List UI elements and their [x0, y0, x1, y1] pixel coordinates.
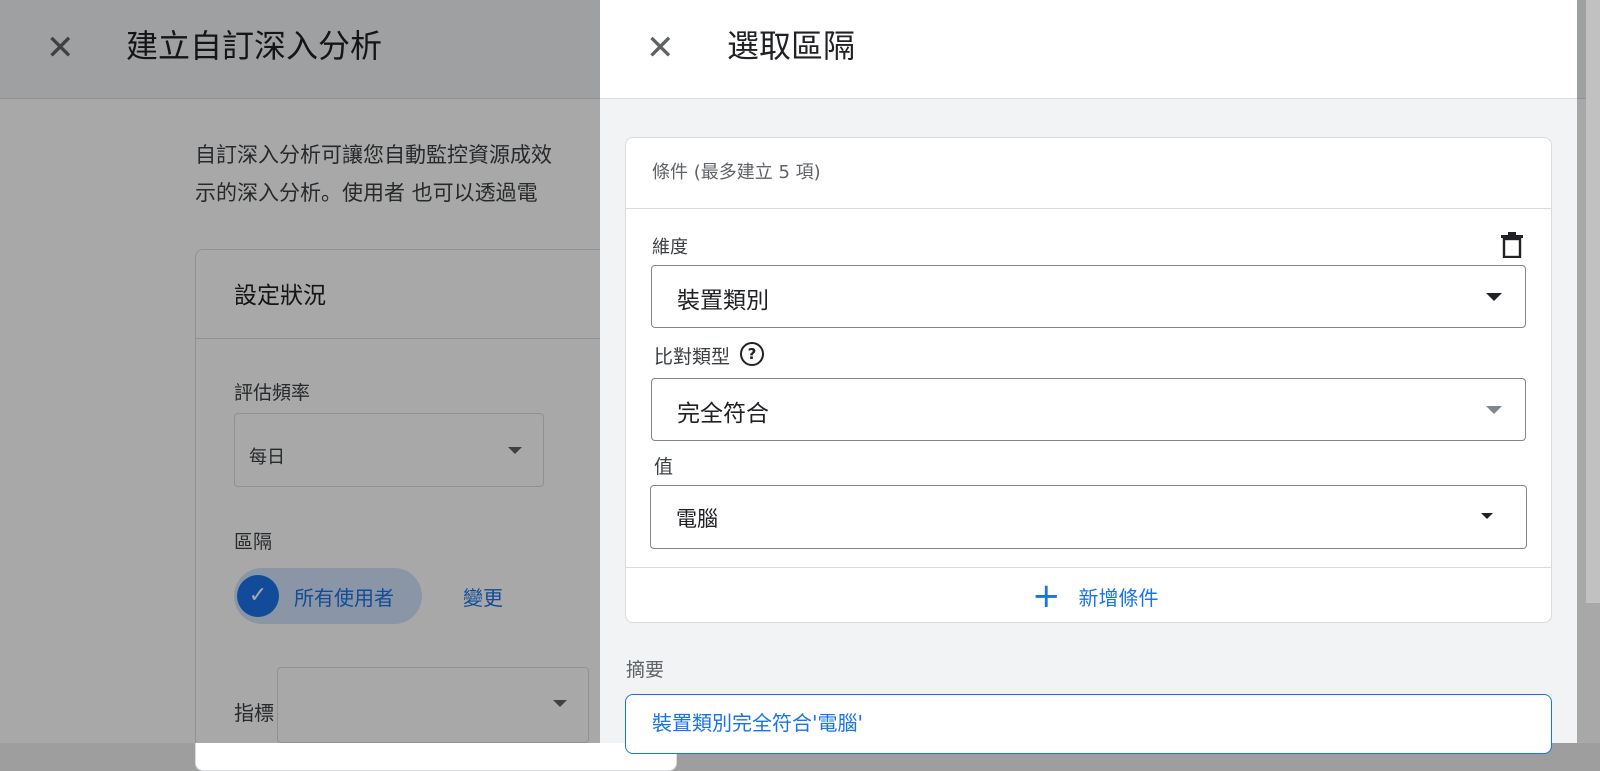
add-condition-label: 新增條件: [1078, 585, 1159, 610]
dimension-value: 裝置類別: [677, 288, 769, 314]
dimension-select[interactable]: [651, 265, 1526, 328]
summary-label: 摘要: [626, 659, 665, 681]
match-type-select[interactable]: [651, 378, 1526, 441]
segment-panel: ✕ 選取區隔 條件 (最多建立 5 項) 維度 裝置類別 比對類型 ? 完全符合…: [600, 0, 1577, 754]
value-label: 值: [654, 456, 674, 478]
delete-icon[interactable]: [1500, 232, 1524, 258]
dropdown-caret-icon: [1481, 513, 1493, 519]
value-value: 電腦: [676, 507, 718, 531]
close-icon[interactable]: ✕: [646, 28, 675, 68]
panel-title: 選取區隔: [727, 27, 856, 65]
add-condition-button[interactable]: + 新增條件: [1032, 578, 1159, 614]
dropdown-caret-icon: [1486, 406, 1502, 414]
help-icon[interactable]: ?: [740, 342, 764, 366]
dimension-label: 維度: [652, 237, 688, 258]
dropdown-caret-icon: [1486, 293, 1502, 301]
scrollbar[interactable]: [1586, 0, 1600, 603]
match-type-label: 比對類型: [654, 346, 731, 368]
divider: [626, 567, 1551, 568]
divider: [626, 208, 1551, 209]
add-icon: +: [1032, 576, 1061, 616]
value-select[interactable]: [650, 485, 1527, 549]
conditions-title: 條件 (最多建立 5 項): [652, 162, 821, 183]
summary-text: 裝置類別完全符合'電腦': [652, 711, 863, 735]
match-type-value: 完全符合: [677, 401, 769, 427]
